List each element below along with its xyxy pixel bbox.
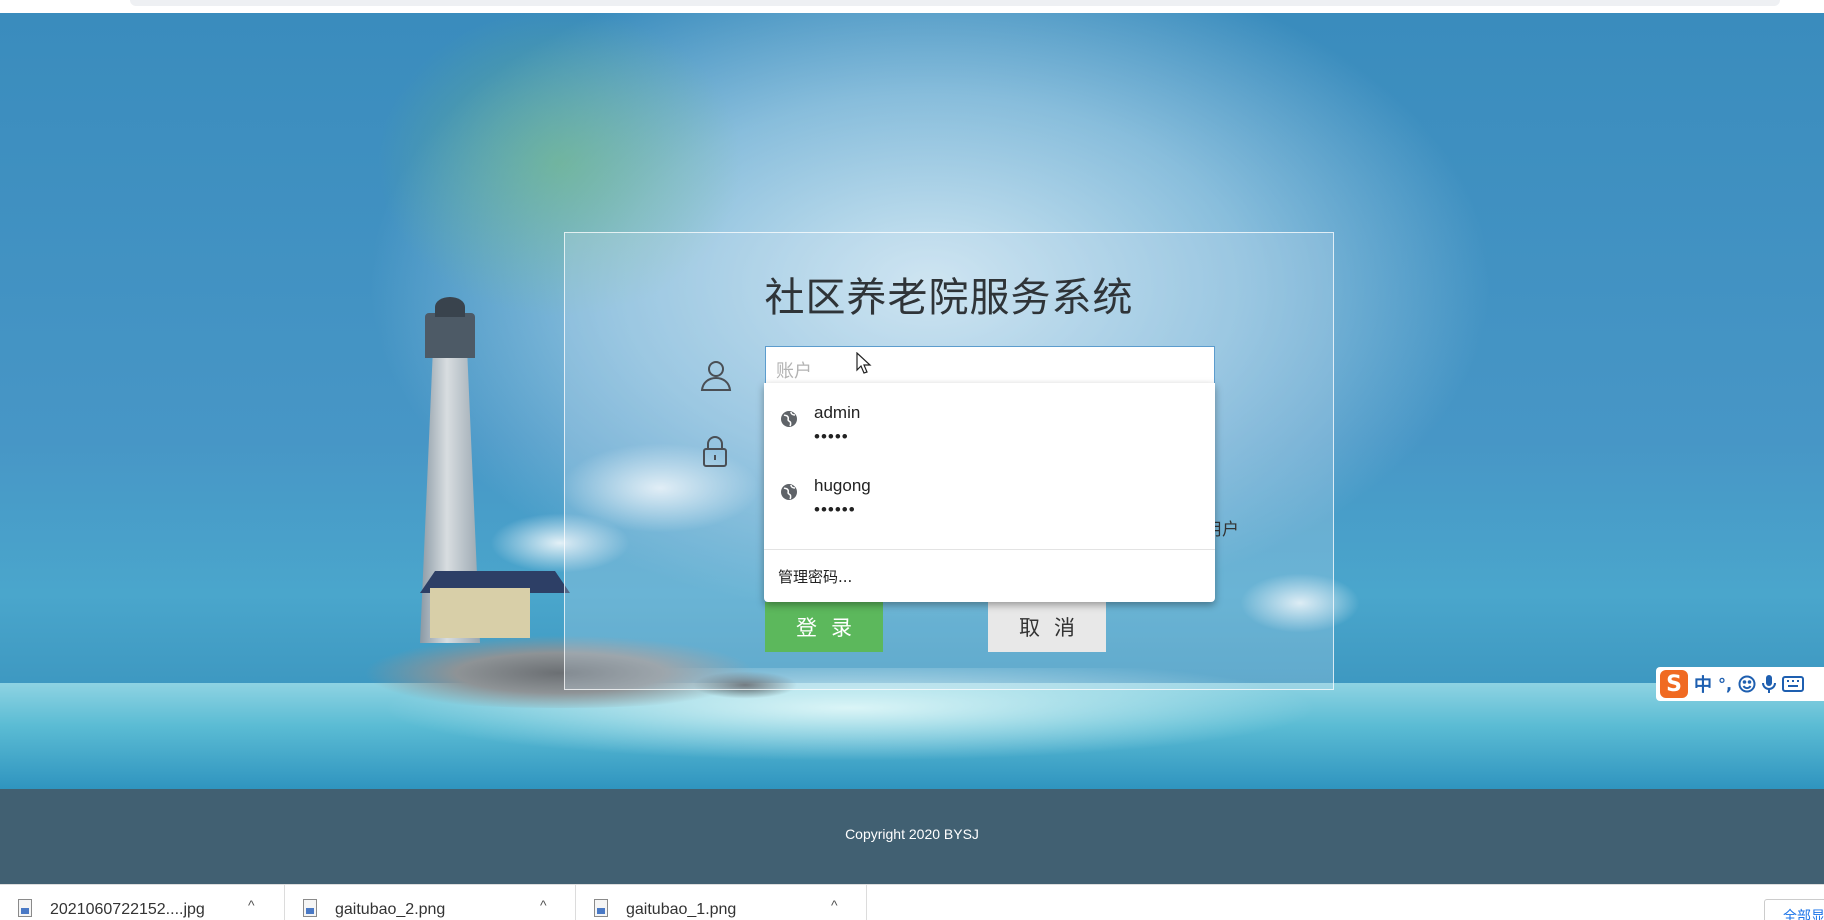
download-file-name: 2021060722152....jpg: [50, 901, 205, 918]
copyright-text: Copyright 2020 BYSJ: [845, 826, 979, 842]
download-item[interactable]: 2021060722152....jpg ^: [0, 885, 285, 920]
saved-username: admin: [814, 403, 861, 422]
page-title: 社区养老院服务系统: [764, 275, 1134, 321]
saved-password-mask: •••••: [814, 427, 849, 446]
show-all-downloads-button[interactable]: 全部显示: [1764, 899, 1824, 920]
login-button[interactable]: 登录: [765, 602, 883, 652]
chevron-up-icon[interactable]: ^: [831, 897, 838, 913]
ime-punctuation-toggle[interactable]: °,: [1718, 675, 1732, 694]
download-item[interactable]: gaitubao_1.png ^: [576, 885, 867, 920]
user-icon: [698, 357, 734, 393]
download-file-name: gaitubao_1.png: [626, 901, 737, 918]
manage-passwords-link[interactable]: 管理密码...: [778, 566, 852, 587]
lock-icon: [699, 434, 731, 468]
browser-top-strip: [0, 0, 1824, 13]
chevron-up-icon[interactable]: ^: [248, 897, 255, 913]
saved-credential-item[interactable]: hugong ••••••: [764, 456, 1215, 529]
download-item[interactable]: gaitubao_2.png ^: [285, 885, 576, 920]
ime-mode-toggle[interactable]: 中: [1694, 671, 1712, 697]
dropdown-divider: [764, 549, 1215, 550]
saved-password-dropdown: admin ••••• hugong •••••• 管理密码...: [764, 383, 1215, 602]
globe-icon: [779, 409, 799, 429]
ime-toolbar: S 中 °,: [1656, 667, 1824, 701]
ime-logo[interactable]: S: [1660, 670, 1688, 698]
emoji-icon[interactable]: [1738, 675, 1756, 693]
file-icon: [303, 899, 317, 917]
cancel-button[interactable]: 取消: [988, 602, 1106, 652]
page-footer: Copyright 2020 BYSJ: [0, 789, 1824, 884]
saved-credential-item[interactable]: admin •••••: [764, 383, 1215, 456]
saved-password-mask: ••••••: [814, 500, 856, 519]
saved-username: hugong: [814, 476, 871, 495]
browser-address-bar-edge: [130, 0, 1780, 6]
chevron-up-icon[interactable]: ^: [540, 897, 547, 913]
mouse-pointer-icon: [856, 351, 872, 374]
download-bar: 2021060722152....jpg ^ gaitubao_2.png ^ …: [0, 884, 1824, 920]
lighthouse-lantern: [425, 313, 475, 358]
microphone-icon[interactable]: [1762, 674, 1777, 694]
lighthouse-cap: [435, 297, 465, 317]
globe-icon: [779, 482, 799, 502]
file-icon: [594, 899, 608, 917]
keeper-house: [430, 588, 530, 638]
file-icon: [18, 899, 32, 917]
download-file-name: gaitubao_2.png: [335, 901, 446, 918]
keyboard-icon[interactable]: [1782, 676, 1805, 692]
